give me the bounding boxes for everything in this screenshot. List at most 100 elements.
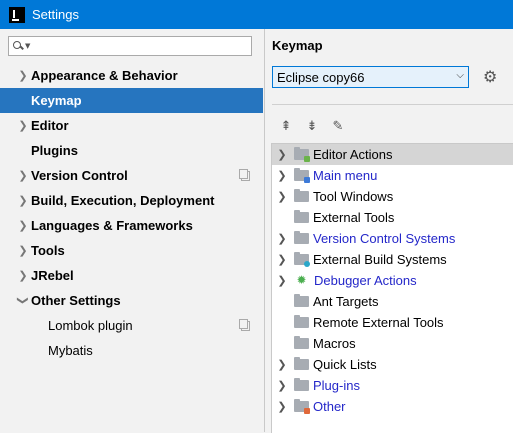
sidebar-item-tools[interactable]: ❯ Tools — [0, 238, 263, 263]
tree-row-other[interactable]: ❯ Other — [272, 396, 513, 417]
search-box[interactable]: ▼ — [8, 36, 252, 56]
chevron-right-icon[interactable]: ❯ — [17, 194, 29, 207]
actions-tree: ❯ Editor Actions ❯ Main menu ❯ Tool Wind… — [271, 143, 513, 433]
tree-row-version-control-systems[interactable]: ❯ Version Control Systems — [272, 228, 513, 249]
settings-window: Settings ▼ ❯ Appearance & Behavior Keyma… — [0, 0, 513, 433]
folder-icon — [294, 147, 310, 162]
folder-icon — [294, 315, 309, 328]
tree-row-editor-actions[interactable]: ❯ Editor Actions — [272, 144, 513, 165]
chevron-right-icon[interactable]: ❯ — [17, 169, 29, 182]
sidebar-item-label: Build, Execution, Deployment — [31, 193, 215, 208]
intellij-icon — [9, 6, 25, 23]
tree-row-quick-lists[interactable]: ❯ Quick Lists — [272, 354, 513, 375]
chevron-right-icon[interactable]: ❯ — [17, 269, 29, 282]
settings-sidebar: ▼ ❯ Appearance & Behavior Keymap ❯ Edito… — [0, 29, 265, 432]
tree-row-label: Tool Windows — [313, 189, 394, 204]
sidebar-item-label: Appearance & Behavior — [31, 68, 178, 83]
chevron-right-icon[interactable]: ❯ — [276, 274, 288, 287]
chevron-down-icon[interactable]: ❯ — [17, 295, 30, 307]
chevron-right-icon[interactable]: ❯ — [276, 379, 288, 392]
window-title: Settings — [32, 7, 79, 22]
sidebar-item-languages-frameworks[interactable]: ❯ Languages & Frameworks — [0, 213, 263, 238]
tree-row-macros[interactable]: Macros — [272, 333, 513, 354]
sidebar-item-label: Version Control — [31, 168, 128, 183]
sidebar-item-mybatis[interactable]: Mybatis — [0, 338, 263, 363]
folder-icon — [294, 252, 310, 267]
tree-row-label: Plug-ins — [313, 378, 360, 393]
sidebar-item-label: Keymap — [31, 93, 82, 108]
sidebar-item-label: Other Settings — [31, 293, 121, 308]
keymap-select[interactable]: Eclipse copy66 ⌵ — [272, 66, 469, 88]
sidebar-item-version-control[interactable]: ❯ Version Control — [0, 163, 263, 188]
chevron-down-icon: ⌵ — [456, 70, 464, 81]
tree-row-label: Quick Lists — [313, 357, 377, 372]
chevron-right-icon[interactable]: ❯ — [276, 400, 288, 413]
chevron-right-icon[interactable]: ❯ — [276, 253, 288, 266]
title-bar: Settings — [0, 0, 513, 29]
chevron-right-icon[interactable]: ❯ — [276, 232, 288, 245]
tree-row-tool-windows[interactable]: ❯ Tool Windows — [272, 186, 513, 207]
folder-icon — [294, 210, 309, 223]
sidebar-item-label: Plugins — [31, 143, 78, 158]
page-title: Keymap — [272, 38, 323, 53]
chevron-right-icon[interactable]: ❯ — [276, 358, 288, 371]
tree-row-label: Debugger Actions — [314, 273, 417, 288]
sidebar-item-other-settings[interactable]: ❯ Other Settings — [0, 288, 263, 313]
folder-icon — [294, 399, 310, 414]
sidebar-item-label: Languages & Frameworks — [31, 218, 193, 233]
sidebar-item-lombok-plugin[interactable]: Lombok plugin — [0, 313, 263, 338]
divider — [272, 104, 513, 105]
folder-icon — [294, 336, 309, 349]
search-input[interactable] — [30, 37, 251, 55]
tree-row-plug-ins[interactable]: ❯ Plug-ins — [272, 375, 513, 396]
keymap-panel: Keymap Eclipse copy66 ⌵ ⚙ ⇞ ⇟ ✎ ❯ Editor… — [265, 29, 513, 433]
chevron-right-icon[interactable]: ❯ — [276, 148, 288, 161]
chevron-right-icon[interactable]: ❯ — [17, 119, 29, 132]
expand-all-icon[interactable]: ⇞ — [277, 119, 295, 135]
gear-icon[interactable]: ⚙ — [483, 68, 501, 86]
sidebar-item-plugins[interactable]: Plugins — [0, 138, 263, 163]
tree-row-label: Macros — [313, 336, 356, 351]
sidebar-item-keymap[interactable]: Keymap — [0, 88, 263, 113]
chevron-right-icon[interactable]: ❯ — [17, 69, 29, 82]
project-settings-icon — [239, 319, 250, 331]
chevron-right-icon[interactable]: ❯ — [17, 219, 29, 232]
tree-row-remote-external-tools[interactable]: Remote External Tools — [272, 312, 513, 333]
tree-row-label: External Tools — [313, 210, 395, 225]
tree-row-label: External Build Systems — [313, 252, 447, 267]
sidebar-item-label: JRebel — [31, 268, 74, 283]
tree-row-label: Remote External Tools — [313, 315, 444, 330]
collapse-all-icon[interactable]: ⇟ — [303, 119, 321, 135]
tree-row-external-build-systems[interactable]: ❯ External Build Systems — [272, 249, 513, 270]
sidebar-item-label: Tools — [31, 243, 65, 258]
tree-row-label: Other — [313, 399, 346, 414]
folder-icon — [294, 357, 309, 370]
bug-icon: ✹ — [296, 273, 307, 287]
tree-row-label: Main menu — [313, 168, 378, 183]
project-settings-icon — [239, 169, 250, 181]
sidebar-item-label: Lombok plugin — [48, 318, 133, 333]
folder-icon — [294, 231, 309, 244]
tree-row-main-menu[interactable]: ❯ Main menu — [272, 165, 513, 186]
folder-icon — [294, 168, 310, 183]
folder-icon — [294, 294, 309, 307]
chevron-right-icon[interactable]: ❯ — [17, 244, 29, 257]
tree-row-label: Ant Targets — [313, 294, 379, 309]
edit-icon[interactable]: ✎ — [329, 119, 347, 135]
search-icon[interactable] — [13, 41, 23, 51]
settings-tree: ❯ Appearance & Behavior Keymap ❯ Editor … — [0, 63, 263, 363]
sidebar-item-editor[interactable]: ❯ Editor — [0, 113, 263, 138]
keymap-select-value: Eclipse copy66 — [277, 69, 365, 85]
chevron-right-icon[interactable]: ❯ — [276, 169, 288, 182]
tree-row-debugger-actions[interactable]: ❯ ✹ Debugger Actions — [272, 270, 513, 291]
sidebar-item-label: Editor — [31, 118, 69, 133]
sidebar-item-appearance-behavior[interactable]: ❯ Appearance & Behavior — [0, 63, 263, 88]
folder-icon — [294, 378, 309, 391]
chevron-right-icon[interactable]: ❯ — [276, 190, 288, 203]
sidebar-item-label: Mybatis — [48, 343, 93, 358]
sidebar-item-jrebel[interactable]: ❯ JRebel — [0, 263, 263, 288]
tree-row-label: Version Control Systems — [313, 231, 456, 246]
tree-row-external-tools[interactable]: External Tools — [272, 207, 513, 228]
sidebar-item-build-execution-deployment[interactable]: ❯ Build, Execution, Deployment — [0, 188, 263, 213]
tree-row-ant-targets[interactable]: Ant Targets — [272, 291, 513, 312]
